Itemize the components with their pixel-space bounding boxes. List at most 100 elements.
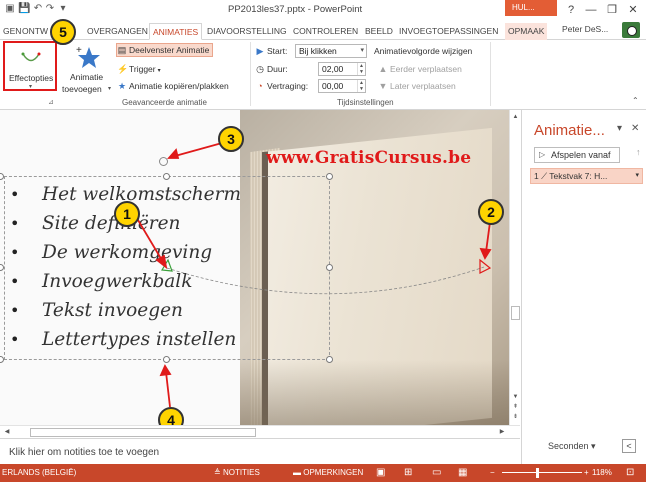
- tab-invoegtoepassingen[interactable]: INVOEGTOEPASSINGEN: [396, 23, 501, 40]
- divider: [250, 42, 251, 106]
- animation-pane: Animatie... ▾ ✕ Afspelen vanaf ↑ 1 ⟋ Tek…: [521, 110, 646, 464]
- tab-diavoorstelling[interactable]: DIAVOORSTELLING: [204, 23, 290, 40]
- lightning-icon: ⚡: [117, 64, 129, 74]
- slide-sorter-icon[interactable]: ⊞: [404, 464, 412, 482]
- save-icon[interactable]: 💾: [18, 3, 30, 15]
- slide-editor: www.GratisCursus.be Het welkomstscherm S…: [0, 110, 516, 425]
- horizontal-scrollbar[interactable]: ◀ ▶: [0, 425, 520, 438]
- scroll-up-icon[interactable]: ▲: [510, 112, 521, 122]
- tab-overgangen[interactable]: OVERGANGEN: [84, 23, 151, 40]
- animation-pane-title: Animatie...: [534, 122, 605, 139]
- scroll-thumb[interactable]: [511, 306, 520, 320]
- collapse-ribbon-icon[interactable]: ⌃: [632, 96, 639, 105]
- delay-field[interactable]: 00,00 ▲ ▼: [318, 79, 366, 93]
- zoom-slider[interactable]: [502, 472, 582, 473]
- copy-animation-button[interactable]: ★ Animatie kopiëren/plakken: [117, 80, 229, 92]
- duration-value: 02,00: [322, 64, 344, 74]
- arrow-3: [174, 142, 223, 157]
- powerpoint-icon[interactable]: ▣: [4, 3, 16, 15]
- play-from-button[interactable]: Afspelen vanaf: [534, 147, 620, 163]
- add-animation-label-1: Animatie: [70, 72, 104, 82]
- vertical-scrollbar[interactable]: ▲ ▼ ⇞ ⇟: [509, 110, 520, 425]
- seconds-menu[interactable]: Seconden ▾: [548, 441, 596, 452]
- effect-options-button[interactable]: Effectopties ▾: [3, 41, 57, 91]
- context-tab-help[interactable]: HUL...: [505, 0, 557, 16]
- motion-path: [166, 266, 485, 295]
- delay-value: 00,00: [322, 81, 344, 91]
- chevron-down-icon: ▾: [29, 84, 33, 90]
- slideshow-icon[interactable]: ▦: [458, 464, 467, 482]
- motion-path-end-icon: [479, 258, 492, 274]
- play-icon: ▶: [256, 46, 264, 56]
- delay-label: ◔ Vertraging:: [255, 80, 308, 92]
- start-select[interactable]: Bij klikken ▾: [295, 44, 367, 58]
- scroll-down-icon[interactable]: ▼: [510, 392, 521, 402]
- spinner-arrows-icon[interactable]: ▲ ▼: [357, 80, 365, 92]
- chevron-down-icon[interactable]: ▾: [635, 169, 639, 183]
- zoom-in-icon[interactable]: +: [584, 464, 589, 482]
- zoom-timeline-button[interactable]: <: [622, 439, 636, 453]
- brush-star-icon: ★: [117, 81, 127, 91]
- customize-qat-icon[interactable]: ▾: [57, 3, 69, 15]
- avatar[interactable]: [622, 22, 640, 38]
- ribbon: Effectopties ▾ + Animatie toevoegen ▾ ▤ D…: [0, 40, 646, 110]
- comments-toggle[interactable]: ▬ OPMERKINGEN: [293, 464, 363, 482]
- reading-view-icon[interactable]: ▭: [432, 464, 441, 482]
- undo-icon[interactable]: ↶: [32, 3, 44, 15]
- start-value: Bij klikken: [299, 46, 337, 56]
- callout-3: 3: [218, 126, 244, 152]
- group-dialog-launcher-icon[interactable]: ⊿: [48, 98, 54, 106]
- group-timing: Tijdsinstellingen: [337, 98, 394, 107]
- user-name[interactable]: Peter DeS...: [562, 24, 608, 34]
- animation-pane-button[interactable]: ▤ Deelvenster Animatie: [116, 43, 214, 57]
- scroll-left-icon[interactable]: ◀: [2, 426, 12, 438]
- notes-pane[interactable]: Klik hier om notities toe te voegen: [0, 438, 520, 464]
- normal-view-icon[interactable]: ▣: [376, 464, 385, 482]
- add-animation-label-2: toevoegen: [62, 84, 102, 94]
- minimize-button[interactable]: —: [580, 2, 602, 18]
- title-bar: ▣ 💾 ↶ ↷ ▾ PP2013les37.pptx - PowerPoint …: [0, 0, 646, 21]
- add-animation-button[interactable]: + Animatie toevoegen ▾: [62, 42, 112, 98]
- move-later-button[interactable]: ▼ Later verplaatsen: [378, 80, 456, 92]
- reorder-up-icon[interactable]: ↑: [636, 147, 641, 157]
- trigger-label: Trigger: [129, 64, 156, 74]
- tab-opmaak[interactable]: OPMAAK: [505, 23, 548, 40]
- close-button[interactable]: ✕: [622, 2, 644, 18]
- previous-slide-icon[interactable]: ⇞: [510, 402, 521, 412]
- duration-label: ◷ Duur:: [256, 64, 288, 74]
- fit-slide-icon[interactable]: ⊡: [626, 464, 634, 482]
- copy-animation-label: Animatie kopiëren/plakken: [129, 81, 229, 91]
- motion-path-overlay: [134, 142, 492, 408]
- animation-pane-label: Deelvenster Animatie: [129, 45, 210, 55]
- effect-arc-icon: [21, 52, 41, 62]
- zoom-level[interactable]: 118%: [592, 464, 612, 482]
- move-earlier-button[interactable]: ▲ Eerder verplaatsen: [378, 63, 462, 75]
- duration-field[interactable]: 02,00 ▲ ▼: [318, 62, 366, 76]
- spinner-arrows-icon[interactable]: ▲ ▼: [357, 63, 365, 75]
- close-icon[interactable]: ✕: [631, 123, 639, 134]
- tab-animaties[interactable]: ANIMATIES: [149, 23, 203, 40]
- tab-controleren[interactable]: CONTROLEREN: [290, 23, 361, 40]
- tab-ontwerpen[interactable]: ONTW: [19, 23, 51, 40]
- status-bar: ERLANDS (BELGIË) ≜ NOTITIES ▬ OPMERKINGE…: [0, 464, 646, 482]
- star-plus-icon: +: [76, 45, 100, 68]
- ribbon-tabs: GEN ONTW OVERGANGEN ANIMATIES DIAVOORSTE…: [0, 21, 646, 40]
- next-slide-icon[interactable]: ⇟: [510, 412, 521, 422]
- scroll-right-icon[interactable]: ▶: [497, 426, 507, 438]
- arrow-1: [134, 214, 164, 263]
- zoom-slider-thumb[interactable]: [536, 468, 539, 478]
- restore-button[interactable]: ❐: [601, 2, 623, 18]
- slide-canvas[interactable]: www.GratisCursus.be Het welkomstscherm S…: [0, 110, 509, 425]
- language-indicator[interactable]: ERLANDS (BELGIË): [2, 464, 76, 482]
- redo-icon[interactable]: ↷: [44, 3, 56, 15]
- delay-clock-icon: ◔: [257, 81, 263, 91]
- scroll-thumb[interactable]: [30, 428, 256, 437]
- help-icon[interactable]: ?: [560, 2, 582, 18]
- notes-toggle[interactable]: ≜ NOTITIES: [214, 464, 260, 482]
- pane-options-icon[interactable]: ▾: [617, 123, 622, 134]
- trigger-button[interactable]: ⚡Trigger ▾: [117, 63, 161, 77]
- zoom-out-icon[interactable]: −: [490, 464, 495, 482]
- divider: [490, 42, 491, 106]
- animation-list-item[interactable]: 1 ⟋ Tekstvak 7: H... ▾: [530, 168, 643, 184]
- tab-beeld[interactable]: BEELD: [362, 23, 396, 40]
